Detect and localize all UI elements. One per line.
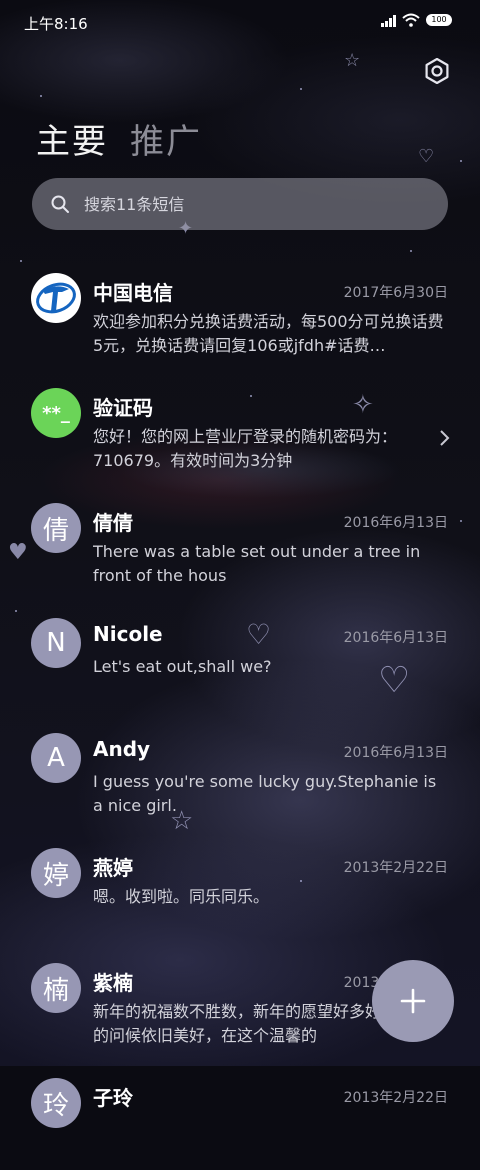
avatar: 婷	[31, 848, 81, 898]
avatar: 楠	[31, 963, 81, 1013]
message-date: 2017年6月30日	[343, 285, 448, 301]
message-preview: There was a table set out under a tree i…	[93, 542, 421, 585]
china-telecom-logo-avatar	[31, 273, 81, 323]
contact-name: 中国电信	[93, 281, 173, 305]
plus-icon	[400, 988, 426, 1014]
message-row-andy[interactable]: A Andy 2016年6月13日 I guess you're some lu…	[0, 710, 480, 825]
china-telecom-logo-icon	[36, 282, 76, 314]
contact-name: 紫楠	[93, 971, 133, 995]
message-date: 2016年6月13日	[343, 745, 448, 761]
message-preview: 您好！您的网上营业厅登录的随机密码为：710679。有效时间为3分钟	[93, 427, 398, 470]
chevron-right-icon[interactable]	[438, 429, 450, 447]
avatar: 倩	[31, 503, 81, 553]
message-preview: 嗯。收到啦。同乐同乐。	[93, 887, 270, 906]
message-tabs: 主要 推广	[36, 114, 202, 163]
battery-icon: 100	[426, 14, 452, 26]
message-row-qianqian[interactable]: 倩 倩倩 2016年6月13日 There was a table set ou…	[0, 480, 480, 595]
tab-main[interactable]: 主要	[36, 114, 108, 163]
new-message-button[interactable]	[372, 960, 454, 1042]
contact-name: 子玲	[93, 1086, 133, 1110]
message-preview: 欢迎参加积分兑换话费活动，每500分可兑换话费5元，兑换话费请回复106或jfd…	[93, 312, 444, 355]
message-row-verification-code[interactable]: **_ 验证码 您好！您的网上营业厅登录的随机密码为：710679。有效时间为3…	[0, 365, 480, 480]
contact-name: Andy	[93, 737, 151, 761]
message-row-china-telecom[interactable]: 中国电信 2017年6月30日 欢迎参加积分兑换话费活动，每500分可兑换话费5…	[0, 250, 480, 365]
contact-name: Nicole	[93, 622, 163, 646]
search-input[interactable]	[82, 193, 426, 215]
message-date: 2013年2月22日	[343, 860, 448, 876]
avatar: A	[31, 733, 81, 783]
message-row-nicole[interactable]: N Nicole 2016年6月13日 Let's eat out,shall …	[0, 595, 480, 710]
message-date: 2016年6月13日	[343, 630, 448, 646]
message-preview: Let's eat out,shall we?	[93, 657, 272, 676]
contact-name: 燕婷	[93, 856, 133, 880]
message-date: 2016年6月13日	[343, 515, 448, 531]
status-time: 上午8:16	[24, 15, 88, 33]
search-icon	[51, 195, 69, 213]
contact-name: 验证码	[93, 396, 153, 420]
status-bar: 上午8:16 100	[0, 0, 480, 44]
signal-icon	[381, 14, 396, 27]
verification-code-avatar: **_	[31, 388, 81, 438]
heart-icon: ♡	[418, 146, 435, 167]
settings-gear-icon[interactable]	[424, 58, 450, 84]
message-row-yanting[interactable]: 婷 燕婷 2013年2月22日 嗯。收到啦。同乐同乐。	[0, 825, 480, 940]
avatar: 玲	[31, 1078, 81, 1128]
message-date: 2013年2月22日	[343, 1090, 448, 1106]
tab-promotions[interactable]: 推广	[130, 114, 202, 163]
wifi-icon	[402, 13, 420, 27]
message-row-ziling[interactable]: 玲 子玲 2013年2月22日	[0, 1055, 480, 1170]
avatar: N	[31, 618, 81, 668]
contact-name: 倩倩	[93, 511, 133, 535]
star-outline-icon: ☆	[344, 50, 361, 71]
message-preview: I guess you're some lucky guy.Stephanie …	[93, 772, 437, 815]
search-bar[interactable]	[32, 178, 448, 230]
